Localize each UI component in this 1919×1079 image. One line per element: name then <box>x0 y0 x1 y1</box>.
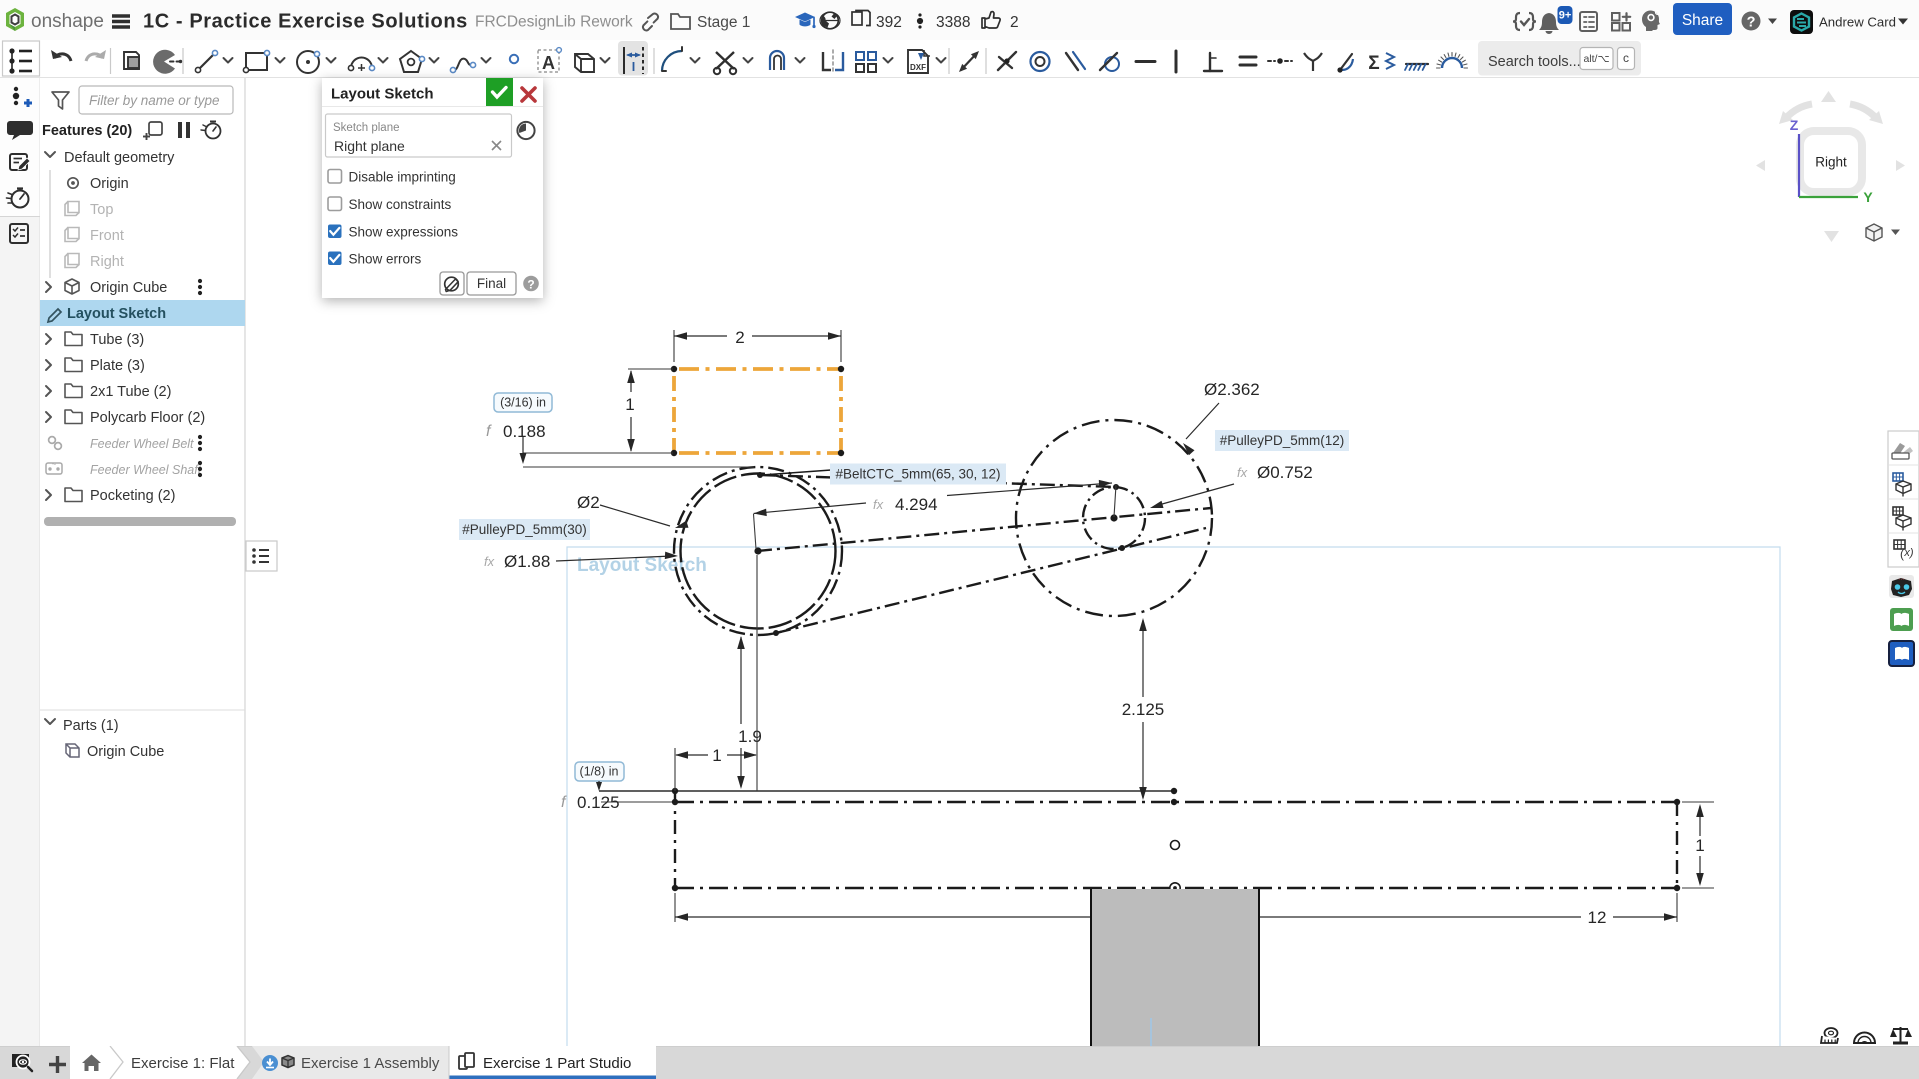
svg-text:Search tools...: Search tools... <box>1488 54 1581 70</box>
svg-text:DXF: DXF <box>910 63 926 72</box>
svg-text:Show constraints: Show constraints <box>349 197 452 212</box>
svg-text:Ø2.362: Ø2.362 <box>1204 380 1260 399</box>
svg-text:c: c <box>1623 51 1629 65</box>
svg-text:fx: fx <box>1237 465 1248 480</box>
svg-text:onshape: onshape <box>31 11 104 32</box>
svg-text:#BeltCTC_5mm(65, 30, 12): #BeltCTC_5mm(65, 30, 12) <box>835 467 1000 482</box>
svg-text:(3/16) in: (3/16) in <box>500 396 546 410</box>
svg-text:Pocketing (2): Pocketing (2) <box>90 488 175 504</box>
svg-text:Tube (3): Tube (3) <box>90 332 144 348</box>
svg-text:Exercise 1: Flat: Exercise 1: Flat <box>131 1055 235 1072</box>
svg-text:Andrew Card: Andrew Card <box>1819 15 1896 30</box>
svg-text:···: ··· <box>1898 576 1905 583</box>
svg-text:fx: fx <box>873 497 884 512</box>
svg-text:Features (20): Features (20) <box>42 123 132 139</box>
svg-text:1C - Practice Exercise Solutio: 1C - Practice Exercise Solutions <box>143 11 468 33</box>
svg-text:Front: Front <box>90 228 124 244</box>
svg-text:Show expressions: Show expressions <box>349 225 459 240</box>
svg-text:Final: Final <box>477 276 506 291</box>
svg-text:Filter by name or type: Filter by name or type <box>89 93 220 108</box>
svg-text:Origin Cube: Origin Cube <box>87 744 164 760</box>
svg-text:?: ? <box>1747 15 1756 31</box>
svg-text:Feeder Wheel Belt: Feeder Wheel Belt <box>90 437 194 451</box>
svg-text:~: ~ <box>52 460 57 469</box>
svg-text:Top: Top <box>90 202 113 218</box>
svg-text:(: ( <box>1900 547 1904 561</box>
svg-text:2: 2 <box>1010 14 1019 31</box>
svg-text:9+: 9+ <box>1559 10 1572 22</box>
svg-text:?: ? <box>527 278 534 292</box>
svg-text:2x1 Tube (2): 2x1 Tube (2) <box>90 384 171 400</box>
svg-text:4.294: 4.294 <box>895 495 938 514</box>
svg-text:Right: Right <box>1815 155 1847 170</box>
svg-text:alt/⌥: alt/⌥ <box>1583 53 1609 65</box>
svg-text:Right plane: Right plane <box>334 138 405 154</box>
svg-text:Default geometry: Default geometry <box>64 150 175 166</box>
svg-text:Origin Cube: Origin Cube <box>90 280 167 296</box>
svg-text:Ø0.752: Ø0.752 <box>1257 463 1313 482</box>
svg-text:392: 392 <box>876 14 902 31</box>
svg-text:Ø2: Ø2 <box>577 493 600 512</box>
svg-text:#PulleyPD_5mm(30): #PulleyPD_5mm(30) <box>462 522 587 537</box>
svg-text:Show errors: Show errors <box>349 252 422 267</box>
svg-text:Σ: Σ <box>1368 53 1379 74</box>
svg-text:Polycarb Floor (2): Polycarb Floor (2) <box>90 410 205 426</box>
svg-text:Exercise 1 Part Studio: Exercise 1 Part Studio <box>483 1055 631 1072</box>
svg-text:Feeder Wheel Shaft: Feeder Wheel Shaft <box>90 463 202 477</box>
svg-text:Z: Z <box>1790 117 1799 133</box>
svg-text:Origin: Origin <box>90 176 129 192</box>
svg-text:3388: 3388 <box>936 14 970 31</box>
svg-text:2: 2 <box>735 328 744 347</box>
svg-text:f: f <box>486 423 492 440</box>
svg-text:1: 1 <box>625 395 634 414</box>
svg-text:Right: Right <box>90 254 124 270</box>
svg-text:Y: Y <box>1863 189 1873 205</box>
svg-text:Stage 1: Stage 1 <box>697 14 750 31</box>
svg-text:Exercise 1 Assembly: Exercise 1 Assembly <box>301 1055 440 1072</box>
svg-text:FRCDesignLib Rework: FRCDesignLib Rework <box>475 14 633 31</box>
svg-text:Layout Sketch: Layout Sketch <box>67 306 166 322</box>
svg-text:Sketch plane: Sketch plane <box>333 122 400 134</box>
svg-text:Disable imprinting: Disable imprinting <box>349 170 456 185</box>
svg-text:Plate (3): Plate (3) <box>90 358 145 374</box>
svg-text:x): x) <box>1903 547 1914 559</box>
svg-text:Share: Share <box>1682 12 1723 29</box>
svg-text:A: A <box>542 53 555 73</box>
svg-text:Layout Sketch: Layout Sketch <box>331 86 434 103</box>
svg-text:#PulleyPD_5mm(12): #PulleyPD_5mm(12) <box>1220 433 1345 448</box>
svg-text:Parts (1): Parts (1) <box>63 718 119 734</box>
svg-text:0.188: 0.188 <box>503 422 546 441</box>
